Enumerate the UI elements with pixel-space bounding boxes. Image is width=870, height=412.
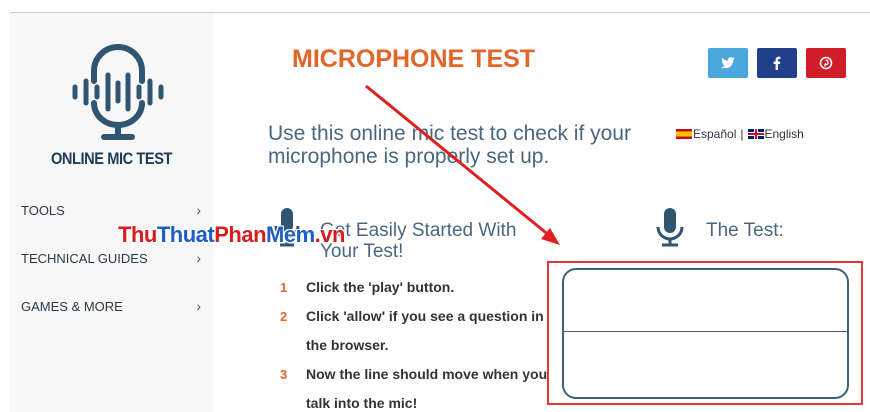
twitter-share-button[interactable] xyxy=(708,48,748,78)
uk-flag-icon xyxy=(747,129,764,139)
watermark: ThuThuatPhanMem.vn xyxy=(118,222,345,248)
list-item: 2 Click 'allow' if you see a question in… xyxy=(280,302,560,360)
sidebar-item-tools[interactable]: TOOLS › xyxy=(21,198,201,222)
step-text: Click 'allow' if you see a question in t… xyxy=(306,308,544,353)
watermark-part: Phan xyxy=(214,222,267,247)
watermark-part: Mem xyxy=(266,222,315,247)
test-heading: The Test: xyxy=(706,220,784,241)
sidebar-item-label: GAMES & MORE xyxy=(21,298,123,314)
sidebar-item-games-more[interactable]: GAMES & MORE › xyxy=(21,294,201,318)
step-text: Now the line should move when you talk i… xyxy=(306,366,548,411)
watermark-part: Thu xyxy=(118,222,157,247)
page-title: MICROPHONE TEST xyxy=(292,45,536,73)
intro-text: Use this online mic test to check if you… xyxy=(268,122,631,168)
sidebar-item-label: TOOLS xyxy=(21,202,65,218)
chevron-right-icon: › xyxy=(196,250,201,266)
spain-flag-icon xyxy=(676,129,692,139)
step-number: 3 xyxy=(280,367,288,382)
list-item: 1 Click the 'play' button. xyxy=(280,273,560,302)
microphone-icon xyxy=(656,208,684,247)
step-number: 1 xyxy=(280,280,288,295)
language-link-espanol[interactable]: Español xyxy=(693,127,736,141)
language-separator: | xyxy=(740,127,744,141)
language-switcher: Español | English xyxy=(676,127,804,141)
step-text: Click the 'play' button. xyxy=(306,279,455,295)
watermark-part: Thuat xyxy=(156,222,215,247)
mic-test-visualizer[interactable] xyxy=(562,268,849,399)
pinterest-icon xyxy=(819,56,833,70)
get-started-heading: Get Easily Started With Your Test! xyxy=(320,220,517,262)
sidebar: ONLINE MIC TEST TOOLS › TECHNICAL GUIDES… xyxy=(10,13,213,412)
chevron-right-icon: › xyxy=(196,202,201,218)
logo-text[interactable]: ONLINE MIC TEST xyxy=(24,149,199,169)
sidebar-item-technical-guides[interactable]: TECHNICAL GUIDES › xyxy=(21,246,201,270)
twitter-icon xyxy=(721,57,735,69)
sidebar-item-label: TECHNICAL GUIDES xyxy=(21,250,148,266)
step-number: 2 xyxy=(280,309,288,324)
microphone-logo-icon[interactable] xyxy=(70,41,166,141)
watermark-part: .vn xyxy=(314,222,346,247)
facebook-share-button[interactable] xyxy=(757,48,797,78)
language-link-english[interactable]: English xyxy=(765,127,804,141)
audio-level-line xyxy=(564,331,847,332)
facebook-icon xyxy=(773,56,781,70)
steps-list: 1 Click the 'play' button. 2 Click 'allo… xyxy=(280,273,560,412)
chevron-right-icon: › xyxy=(196,298,201,314)
list-item: 3 Now the line should move when you talk… xyxy=(280,360,560,412)
pinterest-share-button[interactable] xyxy=(806,48,846,78)
